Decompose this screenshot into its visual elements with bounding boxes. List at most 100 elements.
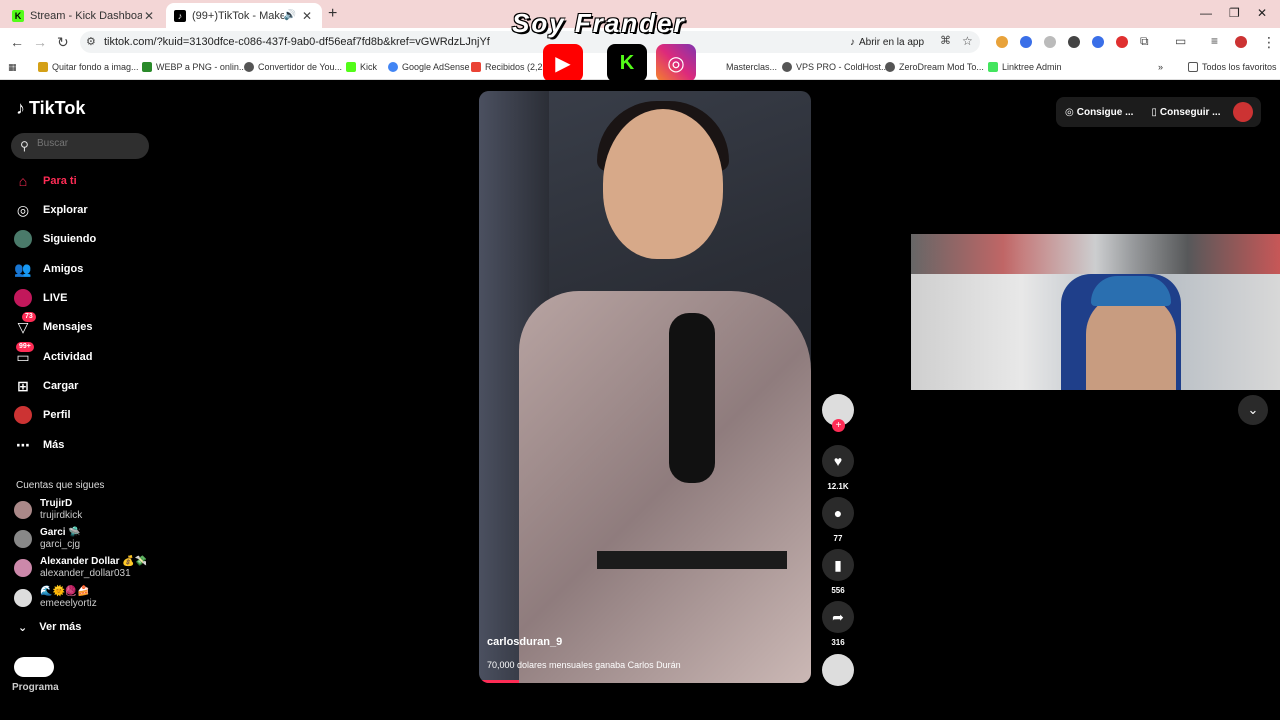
nav-mas[interactable]: ⋯ Más xyxy=(14,436,64,454)
phone-icon: ▯ xyxy=(1151,106,1157,118)
nav-para-ti[interactable]: ⌂ Para ti xyxy=(14,172,77,190)
bookmark-label: Google AdSense xyxy=(402,62,470,72)
cast-icon[interactable]: ▭ xyxy=(1175,34,1186,48)
following-account[interactable]: 🌊🌞🧶🍰 emeeelyortiz xyxy=(14,586,97,610)
globe-icon xyxy=(782,62,792,72)
audio-icon[interactable]: 🔊 xyxy=(284,10,296,21)
nav-label: Más xyxy=(43,439,65,451)
extension-icon[interactable] xyxy=(996,36,1008,48)
more-icon: ⋯ xyxy=(16,436,30,453)
following-account[interactable]: TrujirD trujirdkick xyxy=(14,498,82,522)
account-handle: alexander_dollar031 xyxy=(40,568,131,579)
account-name: TrujirD xyxy=(40,498,73,509)
linktree-icon xyxy=(988,62,998,72)
see-more-button[interactable]: ⌄ Ver más xyxy=(18,621,81,634)
back-icon[interactable]: ← xyxy=(10,34,24,50)
bookmark-item[interactable]: ZeroDream Mod To... xyxy=(885,62,984,72)
tab-kick-dashboard[interactable]: K Stream - Kick Dashboard ✕ xyxy=(4,3,164,28)
kebab-menu-icon[interactable]: ⋮ xyxy=(1262,34,1276,51)
nav-perfil[interactable]: Perfil xyxy=(14,406,71,424)
get-coins-button[interactable]: ◎ Consigue ... xyxy=(1056,107,1142,118)
minimize-icon[interactable]: — xyxy=(1200,6,1212,20)
close-tab-icon[interactable]: ✕ xyxy=(300,9,314,23)
program-label[interactable]: Programa xyxy=(12,682,59,693)
video-progress-bar[interactable] xyxy=(479,680,519,683)
tiktok-logo: ♪ xyxy=(712,47,726,78)
bookmark-item[interactable]: Linktree Admin xyxy=(988,62,1062,72)
more-bookmarks-icon[interactable]: » xyxy=(1158,62,1163,72)
all-favorites-folder[interactable]: Todos los favoritos xyxy=(1188,62,1277,72)
close-window-icon[interactable]: ✕ xyxy=(1257,6,1267,20)
bookmark-item[interactable]: VPS PRO - ColdHost... xyxy=(782,62,889,72)
url-text[interactable]: tiktok.com/?kuid=3130dfce-c086-437f-9ab0… xyxy=(104,36,490,48)
messages-icon: ▽ 73 xyxy=(14,312,36,336)
nav-label: LIVE xyxy=(43,292,68,304)
bookmark-item[interactable]: Convertidor de You... xyxy=(244,62,342,72)
extension-icon[interactable] xyxy=(1044,36,1056,48)
video-player[interactable]: carlosduran_9 70,000 dolares mensuales g… xyxy=(479,91,811,683)
tiktok-logo-brand[interactable]: ♪ TikTok xyxy=(16,98,85,119)
messages-badge: 73 xyxy=(22,312,36,322)
bookmark-label: ZeroDream Mod To... xyxy=(899,62,984,72)
nav-label: Cargar xyxy=(43,380,79,392)
next-video-chevron-down-icon[interactable]: ⌄ xyxy=(1238,395,1268,425)
webcam-person xyxy=(1086,294,1176,390)
search-input[interactable] xyxy=(37,138,137,149)
following-icon xyxy=(14,230,32,248)
bookmark-item[interactable]: Google AdSense xyxy=(388,62,470,72)
restore-icon[interactable]: ❐ xyxy=(1229,6,1240,20)
folder-icon xyxy=(38,62,48,72)
extensions-puzzle-icon[interactable]: ⧉ xyxy=(1140,34,1149,49)
nav-explorar[interactable]: ◎ Explorar xyxy=(14,201,88,219)
reload-icon[interactable]: ↻ xyxy=(57,34,69,51)
kick-favicon-icon xyxy=(346,62,356,72)
friends-icon: 👥 xyxy=(14,260,32,277)
site-info-icon[interactable]: ⚙ xyxy=(86,35,96,48)
youtube-logo: ▶ xyxy=(543,44,583,82)
bookmark-item[interactable]: Recibidos (2,229 xyxy=(471,62,553,72)
close-tab-icon[interactable]: ✕ xyxy=(142,9,156,23)
following-account[interactable]: Alexander Dollar 💰💸 alexander_dollar031 xyxy=(14,556,147,580)
extension-icon[interactable] xyxy=(1020,36,1032,48)
nav-mensajes[interactable]: ▽ 73 Mensajes xyxy=(14,312,93,336)
avatar xyxy=(14,289,32,307)
translate-icon[interactable]: ⌘ xyxy=(940,34,951,47)
account-handle: emeeelyortiz xyxy=(40,598,97,609)
user-avatar[interactable] xyxy=(1233,102,1254,122)
bookmark-item[interactable]: Kick xyxy=(346,62,377,72)
follow-plus-icon[interactable]: + xyxy=(832,419,845,432)
comment-button[interactable]: ● 77 xyxy=(822,497,854,543)
bookmark-item[interactable]: Quitar fondo a imag... xyxy=(38,62,139,72)
profile-avatar[interactable] xyxy=(1235,36,1247,48)
extension-icon[interactable] xyxy=(1116,36,1128,48)
menu-lines-icon[interactable]: ≡ xyxy=(1211,34,1218,48)
forward-icon[interactable]: → xyxy=(33,34,47,50)
search-icon: ⚲ xyxy=(20,139,29,153)
save-button[interactable]: ▮ 556 xyxy=(822,549,854,595)
apps-grid-icon[interactable]: ▦ xyxy=(8,62,17,73)
nav-live[interactable]: LIVE xyxy=(14,289,67,307)
activity-badge: 99+ xyxy=(16,342,34,352)
tiktok-small-icon: ♪ xyxy=(850,36,855,48)
like-button[interactable]: ♥ 12.1K xyxy=(822,445,854,491)
extension-icon[interactable] xyxy=(1068,36,1080,48)
avatar xyxy=(14,530,32,548)
nav-label: Explorar xyxy=(43,204,88,216)
open-in-app-button[interactable]: ♪ Abrir en la app xyxy=(850,34,924,50)
following-account[interactable]: Garci 🛸 garci_cjg xyxy=(14,527,81,551)
nav-amigos[interactable]: 👥 Amigos xyxy=(14,260,83,278)
tab-tiktok[interactable]: ♪ (99+)TikTok - Make Your Da 🔊 ✕ xyxy=(166,3,322,28)
nav-siguiendo[interactable]: Siguiendo xyxy=(14,230,96,248)
bookmark-star-icon[interactable]: ☆ xyxy=(962,34,973,48)
search-box[interactable]: ⚲ xyxy=(11,133,149,159)
video-username[interactable]: carlosduran_9 xyxy=(487,636,562,648)
nav-actividad[interactable]: ▭ 99+ Actividad xyxy=(14,342,93,366)
program-toggle[interactable] xyxy=(14,657,54,677)
bookmark-item[interactable]: WEBP a PNG - onlin... xyxy=(142,62,246,72)
new-tab-icon[interactable]: + xyxy=(328,5,337,23)
get-app-button[interactable]: ▯ Conseguir ... xyxy=(1142,107,1229,118)
nav-cargar[interactable]: ⊞ Cargar xyxy=(14,377,78,395)
music-disc-avatar[interactable] xyxy=(822,654,854,686)
share-button[interactable]: ➦ 316 xyxy=(822,601,854,647)
extension-icon[interactable] xyxy=(1092,36,1104,48)
